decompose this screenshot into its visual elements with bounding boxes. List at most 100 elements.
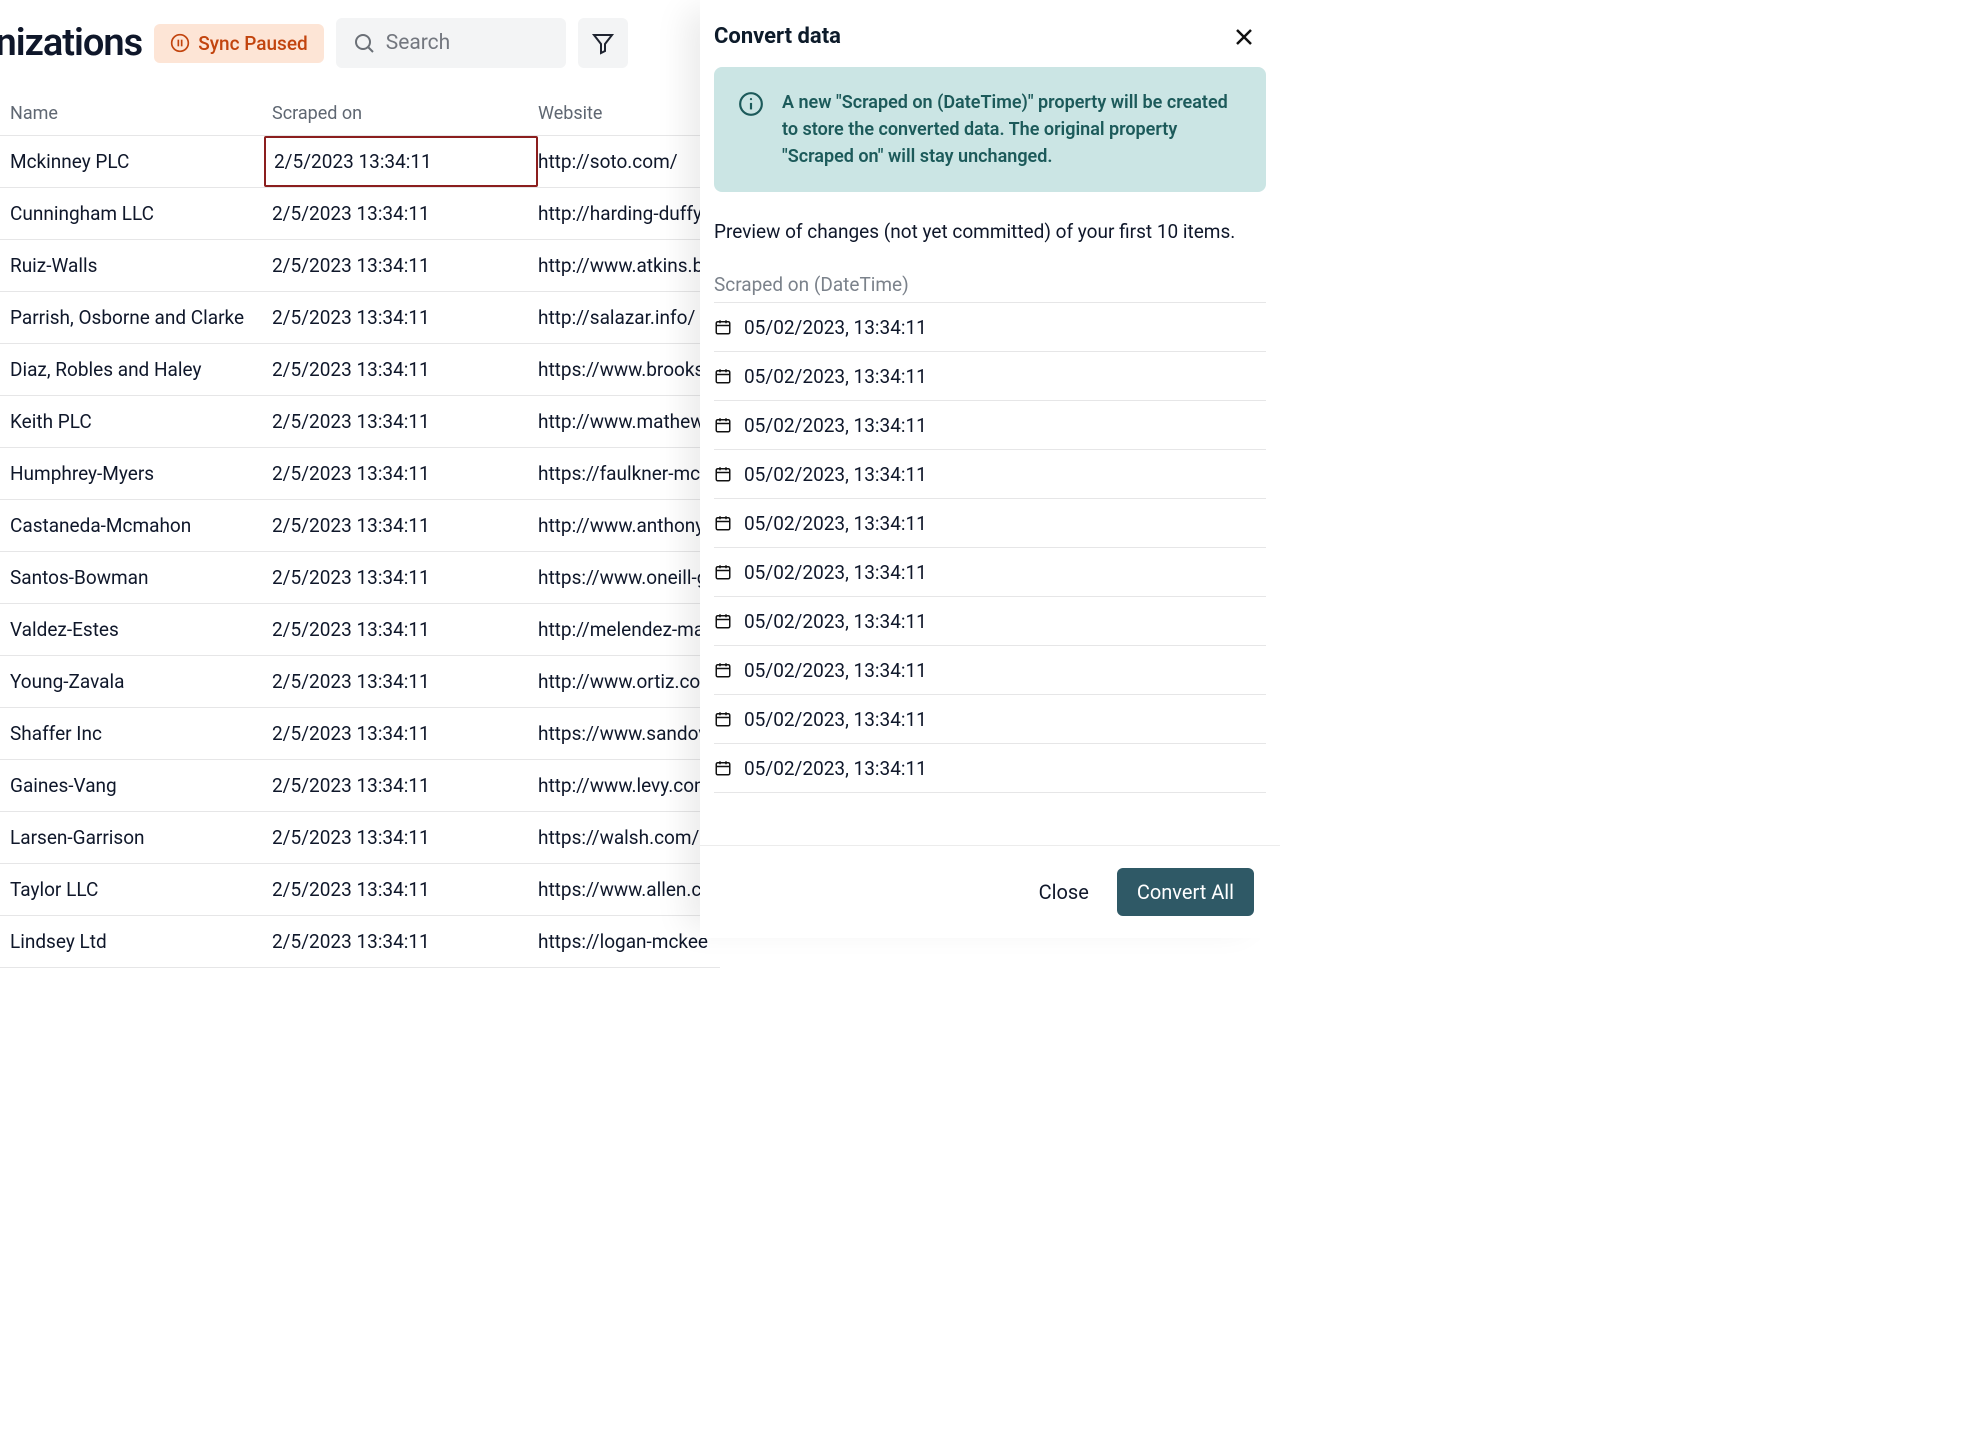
close-button[interactable]: Close xyxy=(1039,880,1089,904)
cell-website[interactable]: http://salazar.info/ xyxy=(538,306,710,329)
cell-name[interactable]: Diaz, Robles and Haley xyxy=(10,358,272,381)
table-header: Name Scraped on Website xyxy=(0,92,720,136)
cell-name[interactable]: Ruiz-Walls xyxy=(10,254,272,277)
cell-website[interactable]: https://www.allen.co xyxy=(538,878,710,901)
cell-website[interactable]: https://walsh.com/ xyxy=(538,826,710,849)
table-row[interactable]: Ruiz-Walls2/5/2023 13:34:11http://www.at… xyxy=(0,240,720,292)
info-banner: A new "Scraped on (DateTime)" property w… xyxy=(714,67,1266,192)
cell-website[interactable]: http://www.atkins.bi xyxy=(538,254,710,277)
panel-footer: Close Convert All xyxy=(700,845,1280,938)
table-row[interactable]: Mckinney PLC2/5/2023 13:34:11http://soto… xyxy=(0,136,720,188)
preview-item: 05/02/2023, 13:34:11 xyxy=(714,303,1266,352)
table-row[interactable]: Humphrey-Myers2/5/2023 13:34:11https://f… xyxy=(0,448,720,500)
panel-body: A new "Scraped on (DateTime)" property w… xyxy=(700,67,1280,845)
cell-scraped-on[interactable]: 2/5/2023 13:34:11 xyxy=(272,930,538,953)
column-header-website[interactable]: Website xyxy=(538,103,710,124)
cell-website[interactable]: http://melendez-mal xyxy=(538,618,710,641)
cell-website[interactable]: https://www.sandova xyxy=(538,722,710,745)
calendar-icon xyxy=(714,710,732,728)
preview-list: 05/02/2023, 13:34:11 05/02/2023, 13:34:11… xyxy=(714,302,1266,793)
cell-name[interactable]: Parrish, Osborne and Clarke xyxy=(10,306,272,329)
preview-item-value: 05/02/2023, 13:34:11 xyxy=(744,463,927,486)
cell-name[interactable]: Taylor LLC xyxy=(10,878,272,901)
table-row[interactable]: Castaneda-Mcmahon2/5/2023 13:34:11http:/… xyxy=(0,500,720,552)
cell-scraped-on[interactable]: 2/5/2023 13:34:11 xyxy=(272,306,538,329)
preview-item-value: 05/02/2023, 13:34:11 xyxy=(744,659,927,682)
cell-website[interactable]: http://www.levy.com xyxy=(538,774,710,797)
cell-scraped-on[interactable]: 2/5/2023 13:34:11 xyxy=(272,136,538,187)
close-icon[interactable] xyxy=(1232,25,1256,49)
preview-item: 05/02/2023, 13:34:11 xyxy=(714,401,1266,450)
preview-item-value: 05/02/2023, 13:34:11 xyxy=(744,414,927,437)
cell-website[interactable]: https://www.brooks- xyxy=(538,358,710,381)
cell-scraped-on[interactable]: 2/5/2023 13:34:11 xyxy=(272,202,538,225)
cell-website[interactable]: http://www.anthony. xyxy=(538,514,710,537)
cell-name[interactable]: Young-Zavala xyxy=(10,670,272,693)
cell-website[interactable]: http://www.mathews xyxy=(538,410,710,433)
cell-name[interactable]: Shaffer Inc xyxy=(10,722,272,745)
cell-website[interactable]: https://logan-mckee xyxy=(538,930,710,953)
preview-item-value: 05/02/2023, 13:34:11 xyxy=(744,610,927,633)
table-row[interactable]: Taylor LLC2/5/2023 13:34:11https://www.a… xyxy=(0,864,720,916)
panel-header: Convert data xyxy=(700,0,1280,67)
cell-scraped-on[interactable]: 2/5/2023 13:34:11 xyxy=(272,254,538,277)
preview-item-value: 05/02/2023, 13:34:11 xyxy=(744,757,927,780)
cell-scraped-on[interactable]: 2/5/2023 13:34:11 xyxy=(272,618,538,641)
search-box[interactable] xyxy=(336,18,566,68)
cell-website[interactable]: http://soto.com/ xyxy=(538,150,710,173)
cell-name[interactable]: Humphrey-Myers xyxy=(10,462,272,485)
calendar-icon xyxy=(714,612,732,630)
table-row[interactable]: Gaines-Vang2/5/2023 13:34:11http://www.l… xyxy=(0,760,720,812)
filter-button[interactable] xyxy=(578,18,628,68)
cell-scraped-on[interactable]: 2/5/2023 13:34:11 xyxy=(272,462,538,485)
cell-scraped-on[interactable]: 2/5/2023 13:34:11 xyxy=(272,566,538,589)
filter-icon xyxy=(591,31,615,55)
table-row[interactable]: Young-Zavala2/5/2023 13:34:11http://www.… xyxy=(0,656,720,708)
cell-website[interactable]: http://www.ortiz.con xyxy=(538,670,710,693)
preview-item-value: 05/02/2023, 13:34:11 xyxy=(744,365,927,388)
cell-scraped-on[interactable]: 2/5/2023 13:34:11 xyxy=(272,722,538,745)
cell-scraped-on[interactable]: 2/5/2023 13:34:11 xyxy=(272,670,538,693)
preview-item: 05/02/2023, 13:34:11 xyxy=(714,646,1266,695)
table-row[interactable]: Valdez-Estes2/5/2023 13:34:11http://mele… xyxy=(0,604,720,656)
cell-scraped-on[interactable]: 2/5/2023 13:34:11 xyxy=(272,774,538,797)
table-row[interactable]: Santos-Bowman2/5/2023 13:34:11https://ww… xyxy=(0,552,720,604)
cell-scraped-on[interactable]: 2/5/2023 13:34:11 xyxy=(272,878,538,901)
cell-scraped-on[interactable]: 2/5/2023 13:34:11 xyxy=(272,410,538,433)
cell-name[interactable]: Santos-Bowman xyxy=(10,566,272,589)
preview-item-value: 05/02/2023, 13:34:11 xyxy=(744,561,927,584)
cell-scraped-on[interactable]: 2/5/2023 13:34:11 xyxy=(272,514,538,537)
preview-item: 05/02/2023, 13:34:11 xyxy=(714,499,1266,548)
cell-scraped-on[interactable]: 2/5/2023 13:34:11 xyxy=(272,826,538,849)
table-row[interactable]: Lindsey Ltd2/5/2023 13:34:11https://loga… xyxy=(0,916,720,968)
column-header-name[interactable]: Name xyxy=(10,103,272,124)
cell-name[interactable]: Lindsey Ltd xyxy=(10,930,272,953)
table-row[interactable]: Parrish, Osborne and Clarke2/5/2023 13:3… xyxy=(0,292,720,344)
cell-name[interactable]: Cunningham LLC xyxy=(10,202,272,225)
cell-name[interactable]: Larsen-Garrison xyxy=(10,826,272,849)
cell-name[interactable]: Mckinney PLC xyxy=(10,150,272,173)
search-input[interactable] xyxy=(386,31,550,55)
cell-website[interactable]: https://www.oneill-g xyxy=(538,566,710,589)
table-row[interactable]: Cunningham LLC2/5/2023 13:34:11http://ha… xyxy=(0,188,720,240)
calendar-icon xyxy=(714,318,732,336)
pause-icon xyxy=(170,33,190,53)
cell-name[interactable]: Gaines-Vang xyxy=(10,774,272,797)
sync-status-badge[interactable]: Sync Paused xyxy=(154,24,324,63)
cell-scraped-on[interactable]: 2/5/2023 13:34:11 xyxy=(272,358,538,381)
table-row[interactable]: Larsen-Garrison2/5/2023 13:34:11https://… xyxy=(0,812,720,864)
page-title: Organizations xyxy=(0,21,142,65)
cell-name[interactable]: Castaneda-Mcmahon xyxy=(10,514,272,537)
table-row[interactable]: Keith PLC2/5/2023 13:34:11http://www.mat… xyxy=(0,396,720,448)
data-table: Name Scraped on Website Mckinney PLC2/5/… xyxy=(0,92,720,968)
cell-name[interactable]: Keith PLC xyxy=(10,410,272,433)
column-header-scraped[interactable]: Scraped on xyxy=(272,103,538,124)
convert-data-panel: Convert data A new "Scraped on (DateTime… xyxy=(700,0,1280,938)
cell-name[interactable]: Valdez-Estes xyxy=(10,618,272,641)
calendar-icon xyxy=(714,416,732,434)
cell-website[interactable]: http://harding-duffy.c xyxy=(538,202,710,225)
cell-website[interactable]: https://faulkner-mcla xyxy=(538,462,710,485)
table-row[interactable]: Shaffer Inc2/5/2023 13:34:11https://www.… xyxy=(0,708,720,760)
table-row[interactable]: Diaz, Robles and Haley2/5/2023 13:34:11h… xyxy=(0,344,720,396)
convert-all-button[interactable]: Convert All xyxy=(1117,868,1254,916)
